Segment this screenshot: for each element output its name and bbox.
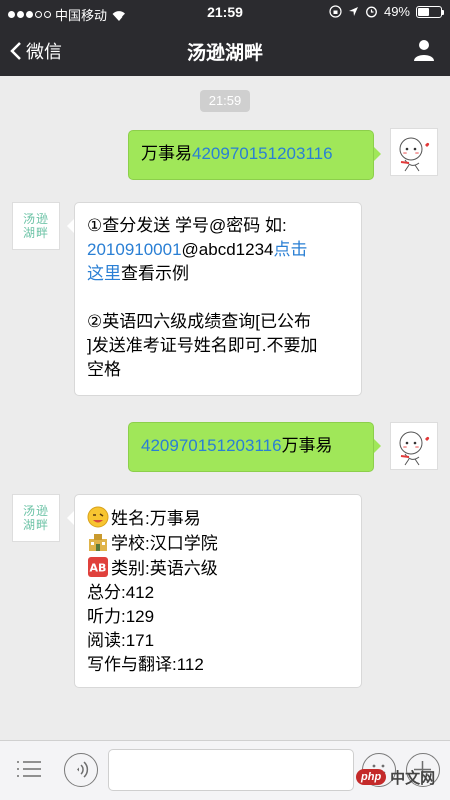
status-right: 49% (329, 4, 444, 19)
result-type: AB 类别:英语六级 (87, 556, 349, 581)
nav-bar: 微信 汤逊湖畔 (0, 26, 450, 76)
instruction-line-4: ②英语四六级成绩查询[已公布 (87, 312, 311, 331)
location-icon (348, 7, 358, 16)
watermark-badge: php (356, 769, 387, 785)
result-writing: 写作与翻译:112 (87, 655, 204, 674)
cartoon-avatar-icon (399, 431, 430, 466)
instruction-line-5: ]发送准考证号姓名即可.不要加 (87, 336, 318, 355)
winking-face-icon (87, 506, 109, 528)
battery-percent: 49% (383, 4, 410, 19)
instruction-line-1: ①查分发送 学号@密码 如: (87, 216, 287, 235)
here-link[interactable]: 这里 (87, 264, 121, 283)
result-total: 总分:412 (87, 583, 155, 602)
ab-button-icon: AB (88, 557, 108, 577)
instruction-line-2: 2010910001@abcd1234点击 (87, 240, 308, 259)
person-icon (414, 40, 434, 61)
menu-list-icon (17, 761, 41, 777)
message-timestamp: 21:59 (200, 90, 250, 112)
result-reading: 阅读:171 (87, 631, 155, 650)
exam-number-link[interactable]: 420970151203116 (141, 436, 282, 455)
profile-button[interactable] (412, 38, 436, 67)
my-avatar[interactable] (390, 422, 438, 470)
sent-message-1[interactable]: 万事易42097015120311​6 (128, 130, 381, 180)
instruction-line-3: 这里查看示例 (87, 264, 189, 283)
site-watermark: php 中文网 (356, 760, 446, 794)
official-account-avatar[interactable]: 汤逊 湖畔 (12, 202, 60, 250)
click-link[interactable]: 点击 (274, 240, 308, 259)
status-bar: 中国移动 21:59 49% (0, 0, 450, 26)
result-listening: 听力:129 (87, 607, 155, 626)
official-account-avatar[interactable]: 汤逊 湖畔 (12, 494, 60, 542)
account-logo: 汤逊 湖畔 (22, 212, 49, 240)
chat-title: 汤逊湖畔 (186, 43, 263, 64)
alarm-icon (366, 6, 377, 18)
svg-text:AB: AB (90, 562, 107, 575)
battery-icon (416, 5, 444, 18)
voice-icon (77, 761, 89, 778)
sent-message-2[interactable]: 420970151203116万事易 (128, 422, 381, 472)
school-icon (89, 534, 107, 551)
student-id-link[interactable]: 2010910001 (87, 240, 182, 259)
phone-number-link[interactable]: 42097015120311​6 (192, 144, 333, 163)
cartoon-avatar-icon (399, 137, 430, 172)
message-text: 万事易 (141, 144, 192, 163)
voice-button[interactable] (64, 753, 98, 787)
menu-toggle-button[interactable] (16, 759, 42, 786)
account-logo: 汤逊 湖畔 (22, 504, 49, 532)
received-message-2[interactable]: 姓名:万事易 学校:汉口学院 AB 类别:英语六级 总分:412 听力:129 阅… (67, 494, 362, 688)
watermark-text: 中文网 (390, 769, 436, 787)
result-school: 学校:汉口学院 (87, 531, 349, 556)
instruction-line-6: 空格 (87, 360, 121, 379)
rotation-lock-icon (329, 5, 342, 18)
my-avatar[interactable] (390, 128, 438, 176)
result-name: 姓名:万事易 (87, 506, 349, 531)
message-input[interactable] (108, 749, 354, 791)
received-message-1[interactable]: ①查分发送 学号@密码 如: 2010910001@abcd1234点击 这里查… (67, 202, 362, 396)
message-text: 万事易 (281, 436, 333, 455)
